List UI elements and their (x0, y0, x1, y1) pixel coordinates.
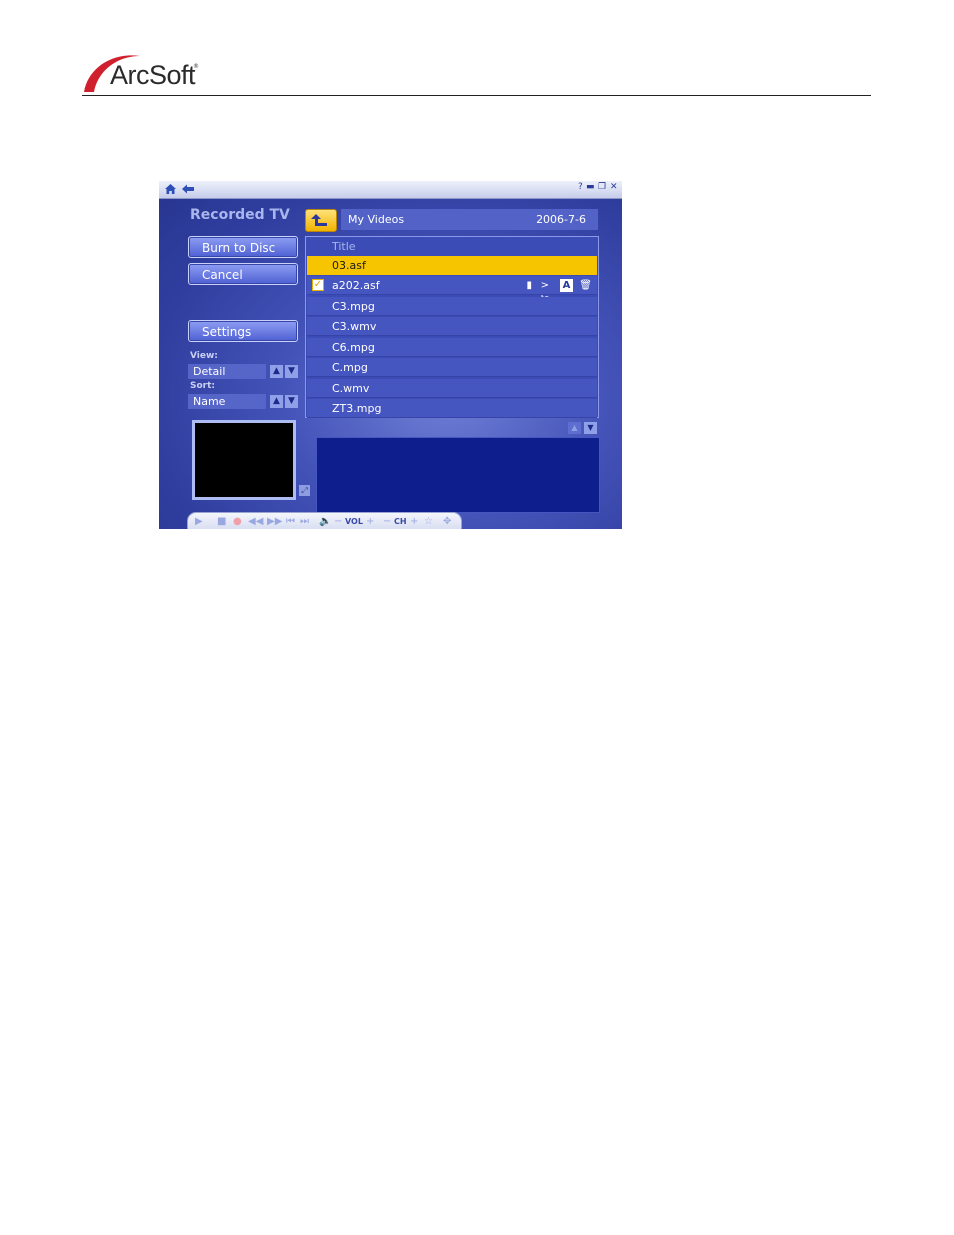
sort-arrows: ▲ ▼ (270, 395, 298, 408)
scissors-icon[interactable]: >✂ (541, 279, 549, 304)
sort-select[interactable]: Name (188, 394, 266, 409)
app-window: ? ▬ ❐ ✕ Recorded TV Burn to Disc Cancel … (159, 181, 622, 529)
up-folder-button[interactable] (305, 209, 337, 232)
view-up-icon[interactable]: ▲ (270, 365, 283, 378)
vol-label: VOL (345, 517, 363, 526)
volume-up-icon[interactable]: + (366, 516, 374, 528)
list-item[interactable]: C.mpg (307, 358, 597, 377)
channel-down-icon[interactable]: − (383, 516, 391, 528)
list-item[interactable]: C6.mpg (307, 338, 597, 357)
up-arrow-icon (311, 214, 327, 226)
file-name: ZT3.mpg (332, 402, 382, 415)
transport-bar: ▶ ■ ● ◀◀ ▶▶ ⏮ ⏭ 🔈 − VOL + − CH + ☆ ✥ (187, 512, 462, 529)
navigation-icon[interactable]: ✥ (443, 516, 451, 528)
close-icon[interactable]: ✕ (610, 182, 618, 192)
cancel-button[interactable]: Cancel (188, 263, 298, 285)
list-scroll-arrows: ▲ ▼ (568, 422, 598, 434)
stop-icon[interactable]: ■ (217, 516, 226, 528)
home-icon[interactable] (164, 183, 177, 195)
file-name: C3.mpg (332, 300, 375, 313)
view-label: View: (190, 351, 218, 361)
video-preview (192, 420, 296, 500)
help-icon[interactable]: ? (578, 182, 583, 192)
previous-icon[interactable]: ⏮ (286, 516, 295, 528)
list-item[interactable]: ✓ a202.asf ▮ >✂ A 🗑 (307, 276, 597, 304)
mute-icon[interactable]: 🔈 (319, 516, 331, 528)
list-item[interactable]: 03.asf (307, 256, 597, 275)
file-list: Title 03.asf ✓ a202.asf ▮ >✂ A 🗑 C3.mpg … (305, 236, 599, 418)
favorite-icon[interactable]: ☆ (424, 516, 433, 528)
brand-name: ArcSoft (110, 60, 196, 90)
restore-icon[interactable]: ❐ (598, 182, 606, 192)
rewind-icon[interactable]: ◀◀ (248, 516, 263, 528)
view-select[interactable]: Detail (188, 364, 266, 379)
list-item[interactable]: C3.mpg (307, 297, 597, 316)
file-name: C.wmv (332, 382, 370, 395)
info-panel (316, 437, 600, 513)
list-item[interactable]: C.wmv (307, 379, 597, 398)
file-name: 03.asf (332, 259, 366, 272)
arcsoft-logo: ArcSoft ® (82, 50, 202, 94)
back-arrow-icon[interactable] (181, 183, 195, 195)
list-item[interactable]: ZT3.mpg (307, 399, 597, 418)
trash-icon[interactable]: 🗑 (579, 279, 592, 292)
burn-to-disc-button[interactable]: Burn to Disc (188, 236, 298, 258)
title-bar: ? ▬ ❐ ✕ (159, 181, 622, 199)
current-date: 2006-7-6 (536, 213, 586, 226)
volume-down-icon[interactable]: − (334, 516, 342, 528)
view-arrows: ▲ ▼ (270, 365, 298, 378)
file-name: C3.wmv (332, 320, 377, 333)
sort-label: Sort: (190, 381, 216, 391)
file-name: a202.asf (332, 279, 380, 292)
checkbox[interactable]: ✓ (312, 279, 324, 291)
list-item[interactable]: C3.wmv (307, 317, 597, 336)
settings-button[interactable]: Settings (188, 320, 298, 342)
scroll-down-icon[interactable]: ▼ (584, 422, 597, 434)
scroll-up-icon[interactable]: ▲ (568, 422, 581, 434)
film-edit-icon[interactable]: ▮ (526, 279, 532, 292)
registered-mark: ® (193, 63, 199, 70)
expand-preview-icon[interactable]: ⤢ (299, 485, 310, 496)
play-icon[interactable]: ▶ (195, 516, 203, 528)
minimize-icon[interactable]: ▬ (586, 182, 595, 192)
sort-up-icon[interactable]: ▲ (270, 395, 283, 408)
ch-label: CH (394, 517, 407, 526)
section-title: Recorded TV (190, 207, 290, 223)
view-down-icon[interactable]: ▼ (285, 365, 298, 378)
header-rule (82, 95, 871, 96)
sort-down-icon[interactable]: ▼ (285, 395, 298, 408)
record-icon[interactable]: ● (233, 516, 242, 528)
path-bar: My Videos 2006-7-6 (341, 209, 598, 230)
next-icon[interactable]: ⏭ (300, 516, 309, 528)
file-name: C6.mpg (332, 341, 375, 354)
channel-up-icon[interactable]: + (410, 516, 418, 528)
current-folder: My Videos (348, 213, 405, 226)
rename-icon[interactable]: A (560, 279, 573, 292)
file-name: C.mpg (332, 361, 368, 374)
fast-forward-icon[interactable]: ▶▶ (267, 516, 282, 528)
column-header-title[interactable]: Title (306, 237, 598, 256)
